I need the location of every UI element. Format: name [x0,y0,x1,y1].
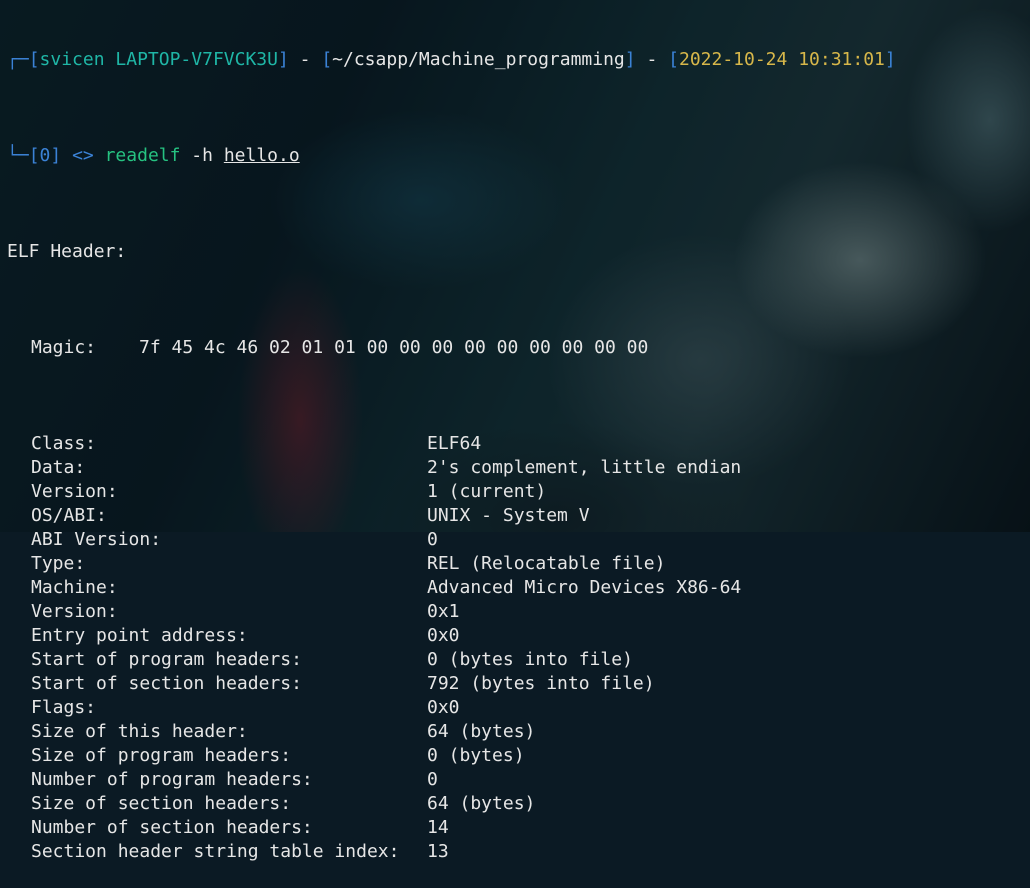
prompt-box-top: ┌─ [7,49,29,70]
elf-magic-row: Magic: 7f 45 4c 46 02 01 01 00 00 00 00 … [7,336,1030,360]
elf-field-value: UNIX - System V [427,505,590,526]
elf-field-row: OS/ABI: UNIX - System V [7,504,1030,528]
elf-field-row: Version: 0x1 [7,600,1030,624]
elf-field-value: 0 [427,769,438,790]
elf-field-row: Class: ELF64 [7,432,1030,456]
elf-field-value: 64 (bytes) [427,721,536,742]
elf-field-label: Number of program headers: [31,769,313,790]
elf-field-row: Flags: 0x0 [7,696,1030,720]
elf-field-label: Data: [31,457,86,478]
prompt-separator-2: - [635,49,669,70]
elf-field-label: Type: [31,553,86,574]
elf-field-value: 13 [427,841,449,862]
elf-field-value: 0 (bytes into file) [427,649,633,670]
elf-field-label: OS/ABI: [31,505,107,526]
elf-field-label: Section header string table index: [31,841,400,862]
elf-magic-bytes: 7f 45 4c 46 02 01 01 00 00 00 00 00 00 0… [139,337,649,358]
elf-field-row: Start of section headers: 792 (bytes into… [7,672,1030,696]
elf-field-value: 2's complement, little endian [427,457,742,478]
prompt-line-2: └─[0] <> readelf -h hello.o [7,145,300,166]
elf-field-value: 64 (bytes) [427,793,536,814]
elf-field-label: Version: [31,481,118,502]
command-file-argument: hello.o [223,145,300,166]
elf-field-label: Size of program headers: [31,745,292,766]
elf-field-row: Number of section headers: 14 [7,816,1030,840]
elf-field-row: Type: REL (Relocatable file) [7,552,1030,576]
elf-field-row: Data: 2's complement, little endian [7,456,1030,480]
elf-field-label: Flags: [31,697,97,718]
elf-field-row: Size of section headers: 64 (bytes) [7,792,1030,816]
elf-field-row: Section header string table index: 13 [7,840,1030,864]
elf-header-title: ELF Header: [7,241,127,262]
elf-field-row: Start of program headers: 0 (bytes into f… [7,648,1030,672]
prompt-host: LAPTOP-V7FVCK3U [115,49,278,70]
prompt-user: svicen [39,49,105,70]
prompt-exit-status: 0 [39,145,51,166]
elf-field-value: 14 [427,817,449,838]
elf-field-row: Number of program headers: 0 [7,768,1030,792]
elf-field-row: Size of this header: 64 (bytes) [7,720,1030,744]
elf-field-row: Version: 1 (current) [7,480,1030,504]
elf-field-row: Entry point address: 0x0 [7,624,1030,648]
elf-field-value: 0x0 [427,697,460,718]
elf-field-value: 792 (bytes into file) [427,673,655,694]
elf-field-label: Number of section headers: [31,817,313,838]
elf-field-label: Size of section headers: [31,793,292,814]
prompt-datetime: 2022-10-24 10:31:01 [678,49,885,70]
prompt-box-bottom: └─ [7,145,29,166]
elf-field-label: Start of program headers: [31,649,302,670]
command-flag: -h [191,145,213,166]
elf-field-value: 1 (current) [427,481,547,502]
prompt-separator: - [288,49,322,70]
elf-field-value: 0x1 [427,601,460,622]
prompt-line-1: ┌─[svicen LAPTOP-V7FVCK3U] - [~/csapp/Ma… [7,49,896,70]
elf-field-value: Advanced Micro Devices X86-64 [427,577,742,598]
elf-field-label: Size of this header: [31,721,248,742]
elf-field-label: Start of section headers: [31,673,302,694]
elf-field-value: REL (Relocatable file) [427,553,666,574]
elf-fields-list: Class: ELF64 Data: 2's complement, little e… [7,432,1030,864]
elf-field-label: Machine: [31,577,118,598]
terminal-output[interactable]: ┌─[svicen LAPTOP-V7FVCK3U] - [~/csapp/Ma… [7,0,1030,862]
elf-field-value: ELF64 [427,433,482,454]
elf-field-label: Entry point address: [31,625,248,646]
elf-field-row: Machine: Advanced Micro Devices X86-64 [7,576,1030,600]
elf-magic-label: Magic: [31,337,97,358]
prompt-arrow-icon: <> [72,145,94,166]
elf-field-row: Size of program headers: 0 (bytes) [7,744,1030,768]
elf-field-label: Version: [31,601,118,622]
elf-field-value: 0x0 [427,625,460,646]
command-name: readelf [104,145,181,166]
elf-field-value: 0 (bytes) [427,745,525,766]
prompt-path: ~/csapp/Machine_programming [332,49,625,70]
elf-field-label: Class: [31,433,97,454]
